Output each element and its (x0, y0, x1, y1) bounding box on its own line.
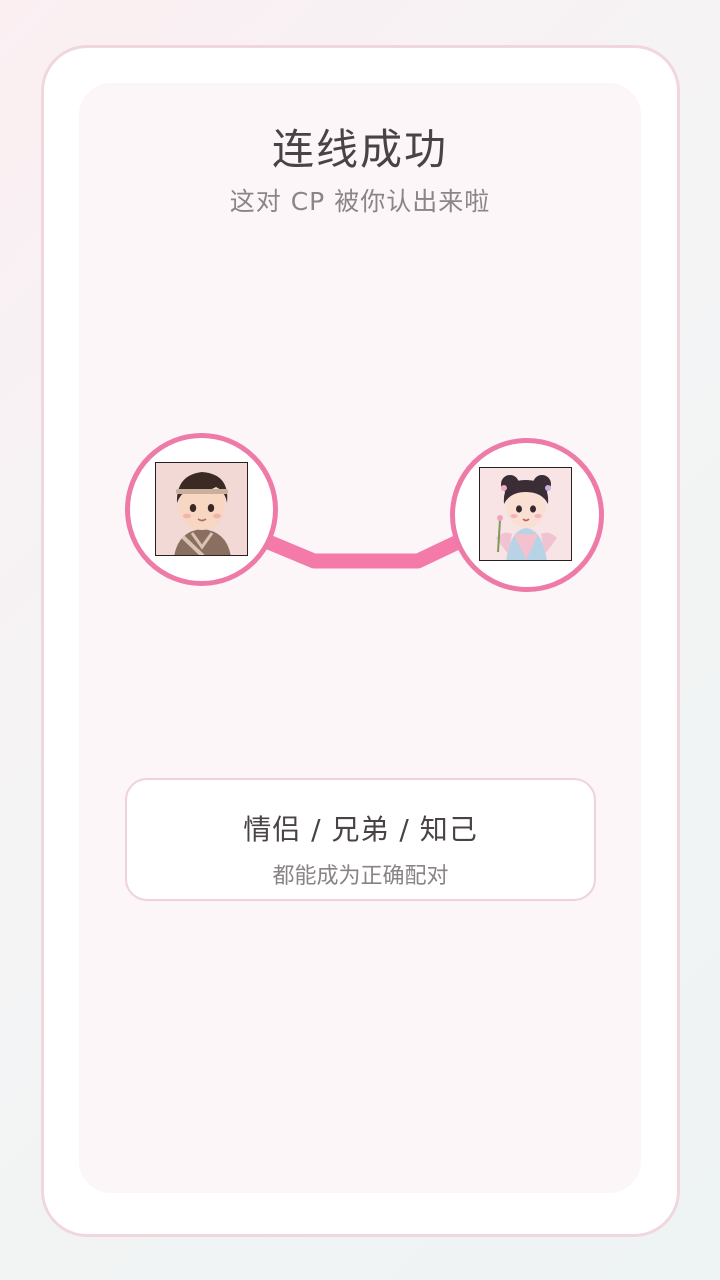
pairing-hint: 都能成为正确配对 (272, 864, 449, 889)
pairing-types: 情侣 / 兄弟 / 知己 (243, 813, 478, 846)
chibi-girl-avatar (479, 467, 572, 561)
chibi-boy-avatar (155, 462, 248, 556)
connection-line (258, 533, 468, 569)
